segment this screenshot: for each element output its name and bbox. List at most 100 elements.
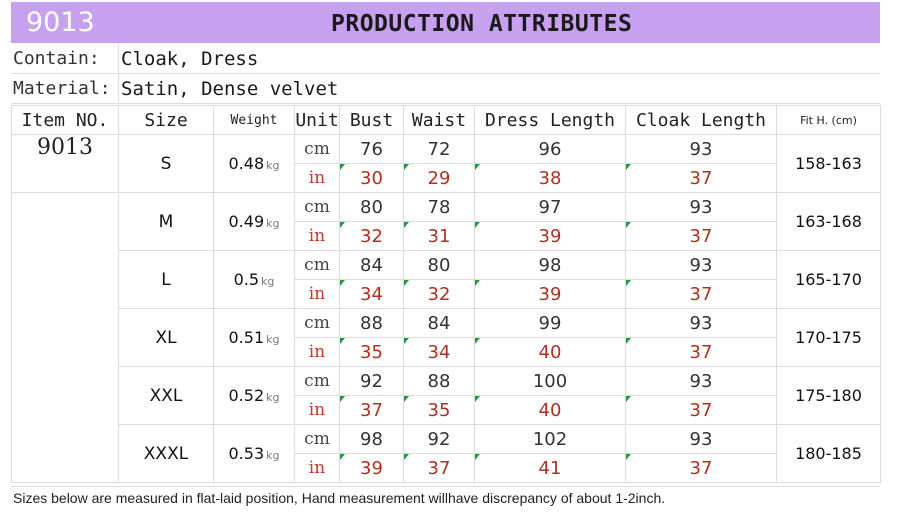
dress-length-cm-cell: 97 <box>474 192 626 222</box>
material-row: Material: Satin, Dense velvet <box>11 75 880 104</box>
table-row: 9013 S 0.48 kg cm 76 72 96 93 158-163 <box>11 134 881 193</box>
weight-cell: 0.49 kg <box>213 192 295 251</box>
waist-in-cell: 29 <box>403 163 475 193</box>
size-cell: XXXL <box>118 424 214 483</box>
table-header-row: Item NO. Size Weight Unit Bust Waist Dre… <box>11 105 881 135</box>
cloak-length-cm-cell: 93 <box>625 134 777 164</box>
header-bust: Bust <box>339 105 404 135</box>
waist-cm-cell: 88 <box>403 366 475 396</box>
size-chart-table: Item NO. Size Weight Unit Bust Waist Dre… <box>11 105 881 483</box>
waist-in-cell: 32 <box>403 279 475 309</box>
dress-length-in-cell: 40 <box>474 337 626 367</box>
dress-length-in-cell: 39 <box>474 221 626 251</box>
unit-cm-cell: cm <box>294 134 340 164</box>
contain-label: Contain: <box>13 48 100 69</box>
waist-in-cell: 35 <box>403 395 475 425</box>
weight-value: 0.53 <box>228 444 265 463</box>
table-row: XL 0.51 kg cm 88 84 99 93 170-175 <box>12 308 881 367</box>
material-value: Satin, Dense velvet <box>121 78 339 100</box>
weight-unit: kg <box>266 333 280 346</box>
unit-cm-cell: cm <box>294 192 340 222</box>
cloak-length-in-cell: 37 <box>625 337 777 367</box>
dress-length-cm-cell: 100 <box>474 366 626 396</box>
size-cell: L <box>118 250 214 309</box>
weight-value: 0.52 <box>228 386 265 405</box>
weight-cell: 0.48 kg <box>213 134 295 193</box>
weight-cell: 0.53 kg <box>213 424 295 483</box>
waist-cm-cell: 78 <box>403 192 475 222</box>
cloak-length-cm-cell: 93 <box>625 308 777 338</box>
weight-unit: kg <box>261 275 275 288</box>
material-label: Material: <box>13 78 111 99</box>
fit-height-cell: 158-163 <box>776 134 881 193</box>
weight-value: 0.51 <box>228 328 265 347</box>
bust-cm-cell: 80 <box>339 192 404 222</box>
size-cell: XL <box>118 308 214 367</box>
cloak-length-cm-cell: 93 <box>625 366 777 396</box>
header-unit: Unit <box>294 105 340 135</box>
waist-cm-cell: 80 <box>403 250 475 280</box>
cloak-length-cm-cell: 93 <box>625 424 777 454</box>
weight-cell: 0.51 kg <box>213 308 295 367</box>
header-item-no: Item NO. <box>11 105 119 135</box>
waist-cm-cell: 92 <box>403 424 475 454</box>
header-fit-height: Fit H. (cm) <box>776 105 881 135</box>
unit-cm-cell: cm <box>294 424 340 454</box>
dress-length-in-cell: 39 <box>474 279 626 309</box>
fit-height-cell: 163-168 <box>776 192 881 251</box>
contain-row: Contain: Cloak, Dress <box>11 45 880 74</box>
bust-in-cell: 30 <box>339 163 404 193</box>
bust-in-cell: 35 <box>339 337 404 367</box>
dress-length-cm-cell: 96 <box>474 134 626 164</box>
bust-in-cell: 34 <box>339 279 404 309</box>
bust-in-cell: 37 <box>339 395 404 425</box>
weight-value: 0.48 <box>228 154 265 173</box>
bust-cm-cell: 84 <box>339 250 404 280</box>
weight-value: 0.5 <box>233 270 260 289</box>
bust-in-cell: 32 <box>339 221 404 251</box>
fit-height-cell: 170-175 <box>776 308 881 367</box>
unit-in-cell: in <box>294 163 340 193</box>
header-dress-length: Dress Length <box>474 105 626 135</box>
item-number-cell: 9013 <box>11 134 119 193</box>
info-divider <box>118 45 119 103</box>
cloak-length-in-cell: 37 <box>625 279 777 309</box>
cloak-length-in-cell: 37 <box>625 163 777 193</box>
weight-unit: kg <box>266 159 280 172</box>
waist-cm-cell: 84 <box>403 308 475 338</box>
cloak-length-cm-cell: 93 <box>625 192 777 222</box>
measurement-note: Sizes below are measured in flat-laid po… <box>11 486 880 513</box>
cloak-length-in-cell: 37 <box>625 221 777 251</box>
header-cloak-length: Cloak Length <box>625 105 777 135</box>
measurement-note-text: Sizes below are measured in flat-laid po… <box>13 490 666 506</box>
cloak-length-in-cell: 37 <box>625 453 777 483</box>
bust-cm-cell: 98 <box>339 424 404 454</box>
item-number-empty-cell <box>11 192 119 483</box>
dress-length-in-cell: 41 <box>474 453 626 483</box>
page-title: PRODUCTION ATTRIBUTES <box>331 11 633 37</box>
waist-in-cell: 31 <box>403 221 475 251</box>
table-row: L 0.5 kg cm 84 80 98 93 165-170 <box>12 250 881 309</box>
banner-item-code: 9013 <box>26 7 95 38</box>
cloak-length-cm-cell: 93 <box>625 250 777 280</box>
bust-cm-cell: 92 <box>339 366 404 396</box>
contain-value: Cloak, Dress <box>121 48 259 70</box>
size-cell: M <box>118 192 214 251</box>
waist-in-cell: 34 <box>403 337 475 367</box>
unit-in-cell: in <box>294 221 340 251</box>
cloak-length-in-cell: 37 <box>625 395 777 425</box>
dress-length-cm-cell: 98 <box>474 250 626 280</box>
size-cell: S <box>118 134 214 193</box>
table-row: XXL 0.52 kg cm 92 88 100 93 175-180 <box>12 366 881 425</box>
fit-height-cell: 180-185 <box>776 424 881 483</box>
dress-length-in-cell: 40 <box>474 395 626 425</box>
unit-in-cell: in <box>294 279 340 309</box>
bust-cm-cell: 88 <box>339 308 404 338</box>
unit-cm-cell: cm <box>294 250 340 280</box>
weight-value: 0.49 <box>228 212 265 231</box>
dress-length-cm-cell: 99 <box>474 308 626 338</box>
dress-length-in-cell: 38 <box>474 163 626 193</box>
unit-cm-cell: cm <box>294 366 340 396</box>
unit-in-cell: in <box>294 337 340 367</box>
fit-height-cell: 175-180 <box>776 366 881 425</box>
